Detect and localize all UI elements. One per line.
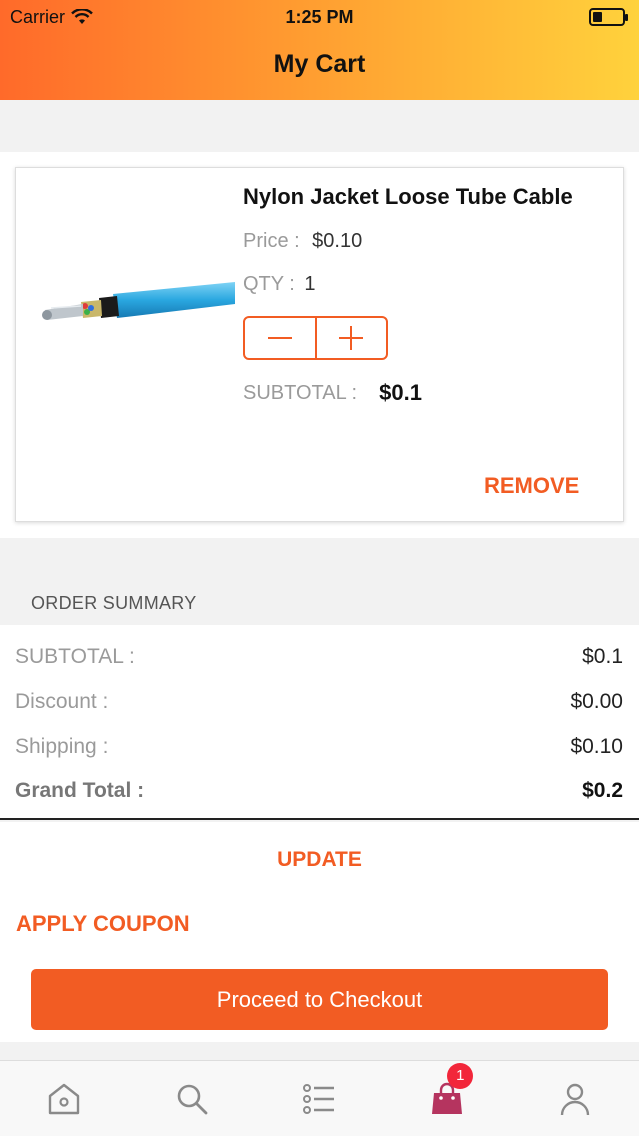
- summary-row-subtotal: SUBTOTAL : $0.1: [15, 645, 623, 669]
- tab-bar: 1: [0, 1060, 639, 1136]
- grand-total-label: Grand Total :: [15, 779, 145, 802]
- tab-cart[interactable]: 1: [417, 1062, 477, 1129]
- tab-search[interactable]: [162, 1069, 222, 1129]
- item-subtotal-label: SUBTOTAL :: [243, 381, 358, 404]
- search-icon: [177, 1084, 208, 1114]
- page-title: My Cart: [273, 50, 366, 78]
- increase-qty-button[interactable]: [317, 318, 387, 358]
- summary-discount-value: $0.00: [570, 690, 623, 713]
- profile-icon: [560, 1083, 590, 1115]
- decrease-qty-button[interactable]: [245, 318, 317, 358]
- quantity-stepper[interactable]: [243, 316, 388, 360]
- qty-value: 1: [304, 273, 316, 295]
- summary-discount-label: Discount :: [15, 690, 109, 713]
- minus-icon: [267, 337, 292, 339]
- tab-profile[interactable]: [545, 1069, 605, 1129]
- price-label: Price :: [243, 230, 300, 252]
- cable-product-image: [42, 282, 235, 320]
- update-button[interactable]: UPDATE: [0, 848, 639, 872]
- apply-coupon-button[interactable]: APPLY COUPON: [16, 911, 190, 937]
- status-bar: Carrier 1:25 PM: [0, 0, 639, 34]
- battery-icon: [589, 8, 628, 26]
- remove-button[interactable]: REMOVE: [484, 473, 579, 499]
- list-icon: [303, 1083, 335, 1114]
- tab-categories[interactable]: [289, 1069, 349, 1129]
- price-value: $0.10: [312, 230, 363, 252]
- carrier-label: Carrier: [10, 6, 66, 27]
- item-subtotal-value: $0.1: [379, 380, 422, 405]
- cart-count-badge: 1: [447, 1062, 474, 1089]
- proceed-to-checkout-button[interactable]: Proceed to Checkout: [31, 969, 608, 1030]
- order-summary-heading: ORDER SUMMARY: [31, 593, 197, 613]
- summary-shipping-label: Shipping :: [15, 735, 109, 758]
- grand-total-value: $0.2: [582, 779, 623, 802]
- qty-label: QTY :: [243, 273, 301, 295]
- summary-subtotal-value: $0.1: [582, 645, 623, 668]
- wifi-icon: [71, 9, 93, 24]
- header: Carrier 1:25 PM My Cart: [0, 0, 639, 100]
- product-name[interactable]: Nylon Jacket Loose Tube Cable: [243, 184, 573, 210]
- summary-row-grand-total: Grand Total : $0.2: [15, 779, 623, 803]
- status-time: 1:25 PM: [285, 6, 354, 27]
- tab-home[interactable]: [34, 1069, 94, 1129]
- plus-icon: [339, 326, 364, 350]
- summary-row-shipping: Shipping : $0.10: [15, 735, 623, 759]
- summary-shipping-value: $0.10: [570, 735, 623, 758]
- summary-subtotal-label: SUBTOTAL :: [15, 645, 135, 668]
- item-subtotal-row: SUBTOTAL : $0.1: [243, 380, 422, 406]
- summary-row-discount: Discount : $0.00: [15, 690, 623, 714]
- qty-row: QTY : 1: [243, 273, 316, 296]
- home-icon: [48, 1083, 80, 1114]
- price-row: Price : $0.10: [243, 230, 362, 253]
